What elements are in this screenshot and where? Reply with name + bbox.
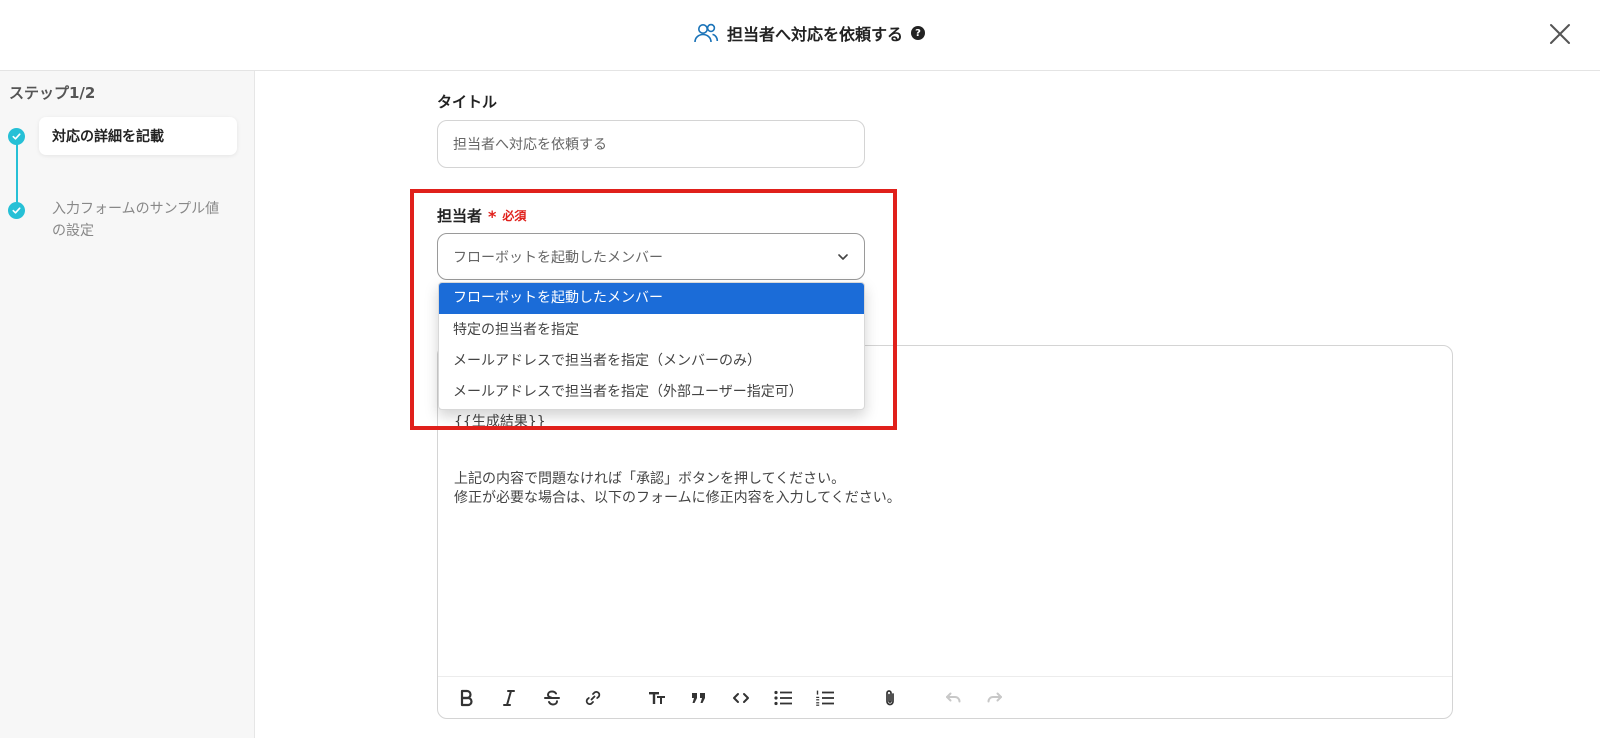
bold-button[interactable] bbox=[454, 686, 478, 710]
required-badge: 必須 bbox=[502, 208, 527, 223]
numbered-list-button[interactable] bbox=[813, 686, 837, 710]
title-input[interactable] bbox=[437, 120, 865, 168]
editor-line: 修正が必要な場合は、以下のフォームに修正内容を入力してください。 bbox=[454, 490, 901, 506]
undo-button[interactable] bbox=[941, 686, 965, 710]
strikethrough-icon bbox=[544, 690, 560, 706]
step-1-item[interactable]: 対応の詳細を記載 bbox=[39, 117, 237, 155]
users-icon bbox=[694, 23, 719, 43]
assignee-label-group: 担当者 * 必須 bbox=[437, 204, 527, 227]
numbered-list-icon bbox=[816, 690, 834, 706]
editor-line: {{生成結果}} bbox=[454, 414, 546, 430]
chevron-down-icon bbox=[836, 250, 850, 264]
link-icon bbox=[585, 691, 601, 705]
assignee-option-email-members[interactable]: メールアドレスで担当者を指定（メンバーのみ） bbox=[439, 346, 864, 377]
assignee-select[interactable]: フローボットを起動したメンバー bbox=[437, 233, 865, 280]
assignee-option-email-external[interactable]: メールアドレスで担当者を指定（外部ユーザー指定可） bbox=[439, 377, 864, 408]
quote-button[interactable] bbox=[687, 686, 711, 710]
heading-button[interactable] bbox=[645, 686, 669, 710]
bold-icon bbox=[460, 689, 473, 707]
attachment-icon bbox=[886, 690, 894, 706]
assignee-dropdown-menu: フローボットを起動したメンバー 特定の担当者を指定 メールアドレスで担当者を指定… bbox=[438, 282, 865, 410]
italic-button[interactable] bbox=[497, 686, 521, 710]
strikethrough-button[interactable] bbox=[540, 686, 564, 710]
step-2-item[interactable]: 入力フォームのサンプル値の設定 bbox=[52, 198, 232, 242]
assignee-label: 担当者 bbox=[437, 206, 483, 225]
help-icon[interactable]: ? bbox=[911, 26, 926, 40]
step-counter: ステップ1/2 bbox=[9, 84, 96, 102]
modal-title-group: 担当者へ対応を依頼する ? bbox=[693, 19, 926, 47]
redo-icon bbox=[987, 692, 1002, 703]
editor-content[interactable]: AIが生成した返信内容： {{生成結果}} 上記の内容で問題なければ「承認」ボタ… bbox=[454, 394, 901, 508]
bullet-list-button[interactable] bbox=[771, 686, 795, 710]
close-button[interactable] bbox=[1546, 20, 1574, 48]
steps-sidebar: ステップ1/2 対応の詳細を記載 入力フォームのサンプル値の設定 bbox=[0, 71, 255, 738]
link-button[interactable] bbox=[581, 686, 605, 710]
heading-icon bbox=[649, 692, 665, 704]
assignee-selected-value: フローボットを起動したメンバー bbox=[453, 249, 663, 266]
close-icon bbox=[1550, 24, 1570, 44]
step-1-check-icon bbox=[8, 128, 25, 145]
title-label: タイトル bbox=[437, 93, 498, 111]
step-2-check-icon bbox=[8, 202, 25, 219]
assignee-option-specific[interactable]: 特定の担当者を指定 bbox=[439, 314, 864, 346]
modal-title: 担当者へ対応を依頼する bbox=[727, 25, 904, 44]
editor-line: 上記の内容で問題なければ「承認」ボタンを押してください。 bbox=[454, 471, 846, 487]
required-asterisk: * bbox=[488, 207, 497, 226]
editor-toolbar bbox=[438, 676, 1452, 719]
bullet-list-icon bbox=[774, 690, 792, 706]
step-connector-line bbox=[16, 139, 18, 209]
redo-button[interactable] bbox=[983, 686, 1007, 710]
assignee-option-flowbot-member[interactable]: フローボットを起動したメンバー bbox=[439, 283, 864, 314]
italic-icon bbox=[503, 690, 515, 706]
undo-icon bbox=[946, 692, 961, 703]
modal-header: 担当者へ対応を依頼する ? bbox=[0, 0, 1600, 71]
code-button[interactable] bbox=[729, 686, 753, 710]
quote-icon bbox=[692, 693, 705, 703]
code-icon bbox=[733, 693, 749, 703]
attachment-button[interactable] bbox=[878, 686, 902, 710]
